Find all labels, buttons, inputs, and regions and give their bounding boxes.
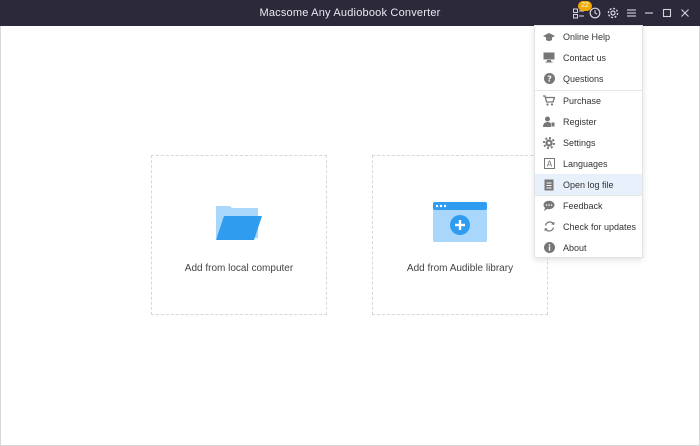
menu-item-feedback[interactable]: Feedback <box>535 195 642 216</box>
monitor-icon <box>543 52 555 64</box>
menu-item-label: Questions <box>563 73 604 84</box>
svg-text:A: A <box>546 160 552 169</box>
add-from-local-card[interactable]: Add from local computer <box>151 155 327 315</box>
settings-gear-icon[interactable] <box>605 5 621 21</box>
graduation-cap-icon <box>543 31 555 43</box>
menu-icon[interactable] <box>623 5 639 21</box>
add-from-audible-card[interactable]: Add from Audible library <box>372 155 548 315</box>
main-dropdown-menu: Online Help Contact us ? Questions Purch… <box>534 25 643 258</box>
question-icon: ? <box>543 73 555 85</box>
menu-item-questions[interactable]: ? Questions <box>535 68 642 89</box>
menu-item-check-for-updates[interactable]: Check for updates <box>535 216 642 237</box>
add-from-audible-label: Add from Audible library <box>406 263 514 274</box>
info-icon <box>543 242 555 254</box>
menu-item-contact-us[interactable]: Contact us <box>535 47 642 68</box>
close-icon[interactable] <box>677 5 693 21</box>
minimize-icon[interactable] <box>641 5 657 21</box>
menu-item-online-help[interactable]: Online Help <box>535 26 642 47</box>
menu-item-about[interactable]: About <box>535 237 642 258</box>
menu-item-settings[interactable]: Settings <box>535 132 642 153</box>
folder-icon <box>214 202 264 247</box>
menu-item-label: Register <box>563 116 597 127</box>
add-from-local-label: Add from local computer <box>184 263 294 274</box>
title-bar: Macsome Any Audiobook Converter 22 <box>0 0 700 26</box>
cart-icon <box>543 95 555 107</box>
menu-item-label: Settings <box>563 137 596 148</box>
user-key-icon <box>543 116 555 128</box>
chat-icon <box>543 200 555 212</box>
browser-add-icon <box>433 202 487 247</box>
menu-item-label: About <box>563 242 587 253</box>
menu-item-label: Online Help <box>563 31 611 42</box>
gear-icon <box>543 136 555 149</box>
menu-item-languages[interactable]: A Languages <box>535 153 642 174</box>
menu-item-label: Purchase <box>563 95 602 106</box>
refresh-icon <box>543 221 555 233</box>
menu-item-label: Open log file <box>563 179 614 190</box>
menu-item-label: Check for updates <box>563 221 637 232</box>
menu-item-open-log-file[interactable]: Open log file <box>535 174 642 195</box>
history-icon[interactable] <box>587 5 603 21</box>
maximize-icon[interactable] <box>659 5 675 21</box>
menu-item-label: Languages <box>563 158 608 169</box>
language-icon: A <box>543 158 555 170</box>
svg-text:?: ? <box>547 74 552 83</box>
menu-item-purchase[interactable]: Purchase <box>535 90 642 111</box>
menu-item-label: Contact us <box>563 52 607 63</box>
menu-item-register[interactable]: Register <box>535 111 642 132</box>
document-icon <box>543 179 555 191</box>
menu-item-label: Feedback <box>563 200 603 211</box>
